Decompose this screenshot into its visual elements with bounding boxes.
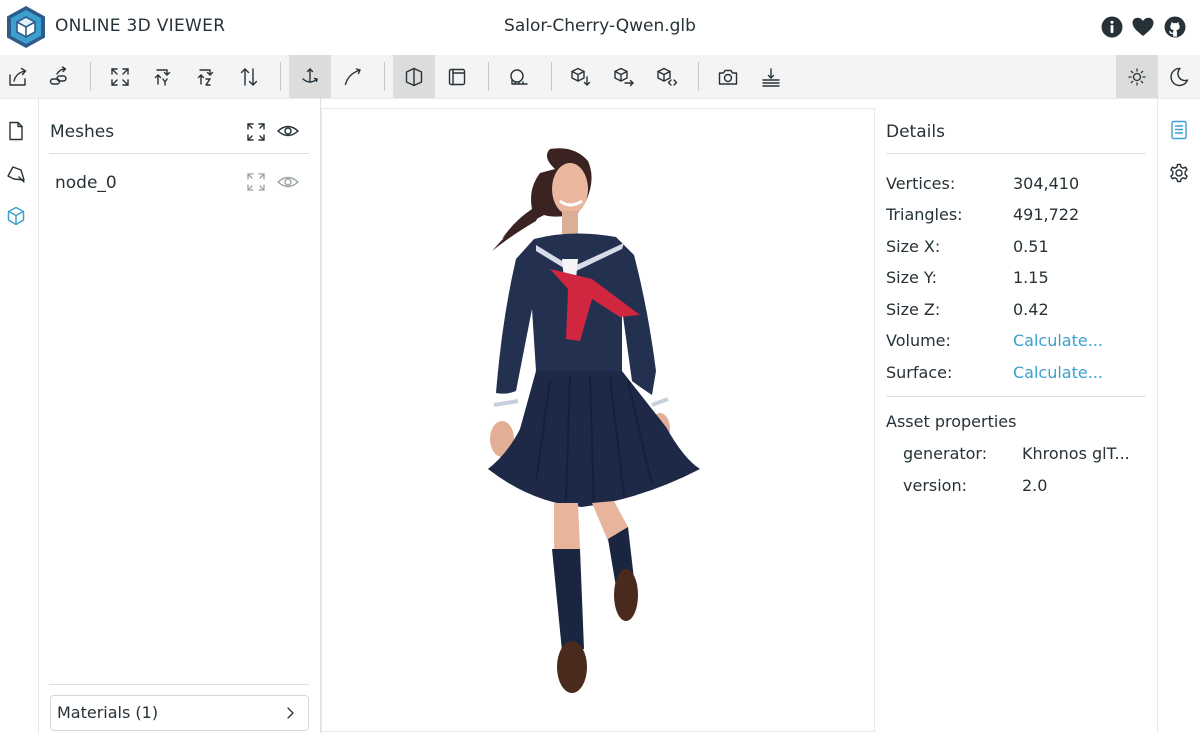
perspective-camera-icon[interactable] xyxy=(393,55,435,98)
set-up-y-icon[interactable] xyxy=(142,55,184,98)
measure-icon[interactable] xyxy=(750,55,792,98)
property-label: Surface: xyxy=(886,363,953,382)
chevron-right-icon xyxy=(282,705,298,721)
eye-item-icon[interactable] xyxy=(276,170,300,194)
open-url-icon[interactable] xyxy=(38,55,80,98)
property-value: 491,722 xyxy=(1013,205,1080,224)
fixed-up-navigation-icon[interactable] xyxy=(289,55,331,98)
toolbar-separator xyxy=(551,62,552,91)
file-icon[interactable] xyxy=(5,120,29,144)
set-up-z-icon[interactable] xyxy=(185,55,227,98)
meshes-icon[interactable] xyxy=(5,205,29,229)
toolbar-separator xyxy=(90,62,91,91)
property-value: 1.15 xyxy=(1013,268,1049,287)
panel-divider xyxy=(49,684,309,685)
info-icon[interactable] xyxy=(1100,15,1124,39)
panel-divider xyxy=(886,396,1146,397)
toolbar xyxy=(0,55,1200,99)
navigator-icon[interactable] xyxy=(5,162,29,186)
details-icon[interactable] xyxy=(1168,119,1190,141)
meshes-title: Meshes xyxy=(50,122,115,142)
calculate-volume-link[interactable]: Calculate... xyxy=(1013,331,1103,350)
fit-mesh-icon[interactable] xyxy=(245,121,269,145)
fit-mesh-item-icon[interactable] xyxy=(245,171,269,195)
flip-up-icon[interactable] xyxy=(228,55,270,98)
asset-properties-title: Asset properties xyxy=(886,412,1017,431)
dark-mode-icon[interactable] xyxy=(1158,55,1200,98)
toolbar-separator xyxy=(488,62,489,91)
panel-divider xyxy=(49,153,309,154)
property-label: Size Y: xyxy=(886,268,937,287)
github-icon[interactable] xyxy=(1163,15,1187,39)
left-navigation xyxy=(0,98,39,733)
toolbar-separator xyxy=(384,62,385,91)
toolbar-separator xyxy=(280,62,281,91)
model-render xyxy=(488,148,700,693)
materials-label: Materials (1) xyxy=(57,703,159,722)
edge-display-icon[interactable] xyxy=(497,55,539,98)
details-title: Details xyxy=(886,122,945,142)
eye-icon[interactable] xyxy=(276,119,300,143)
header: ONLINE 3D VIEWER Salor-Cherry-Qwen.glb xyxy=(0,0,1200,55)
details-panel: Details Vertices: 304,410 Triangles: 491… xyxy=(874,98,1156,733)
calculate-surface-link[interactable]: Calculate... xyxy=(1013,363,1103,382)
share-icon[interactable] xyxy=(603,55,645,98)
asset-property-value: 2.0 xyxy=(1022,476,1048,495)
property-value: 0.42 xyxy=(1013,300,1049,319)
property-label: Volume: xyxy=(886,331,951,350)
file-name: Salor-Cherry-Qwen.glb xyxy=(504,16,696,36)
embed-icon[interactable] xyxy=(646,55,688,98)
orthographic-camera-icon[interactable] xyxy=(436,55,478,98)
open-file-icon[interactable] xyxy=(0,55,39,98)
property-label: Vertices: xyxy=(886,174,956,193)
materials-section[interactable]: Materials (1) xyxy=(50,695,309,731)
asset-property-key: version: xyxy=(903,476,967,495)
light-mode-icon[interactable] xyxy=(1116,55,1158,98)
toolbar-separator xyxy=(698,62,699,91)
settings-icon[interactable] xyxy=(1168,162,1190,184)
asset-property-key: generator: xyxy=(903,444,988,463)
free-orbit-navigation-icon[interactable] xyxy=(332,55,374,98)
snapshot-icon[interactable] xyxy=(707,55,749,98)
right-navigation xyxy=(1157,98,1200,733)
mesh-item-label: node_0 xyxy=(55,173,117,193)
fit-to-window-icon[interactable] xyxy=(99,55,141,98)
3d-viewport[interactable] xyxy=(321,108,875,732)
property-value: 0.51 xyxy=(1013,237,1049,256)
export-icon[interactable] xyxy=(560,55,602,98)
heart-icon[interactable] xyxy=(1131,15,1155,39)
property-label: Size X: xyxy=(886,237,941,256)
meshes-panel: Meshes node_0 Materials (1) xyxy=(39,98,321,733)
property-label: Triangles: xyxy=(886,205,963,224)
panel-divider xyxy=(886,153,1146,154)
property-value: 304,410 xyxy=(1013,174,1080,193)
property-label: Size Z: xyxy=(886,300,941,319)
asset-property-value: Khronos glT... xyxy=(1022,444,1130,463)
